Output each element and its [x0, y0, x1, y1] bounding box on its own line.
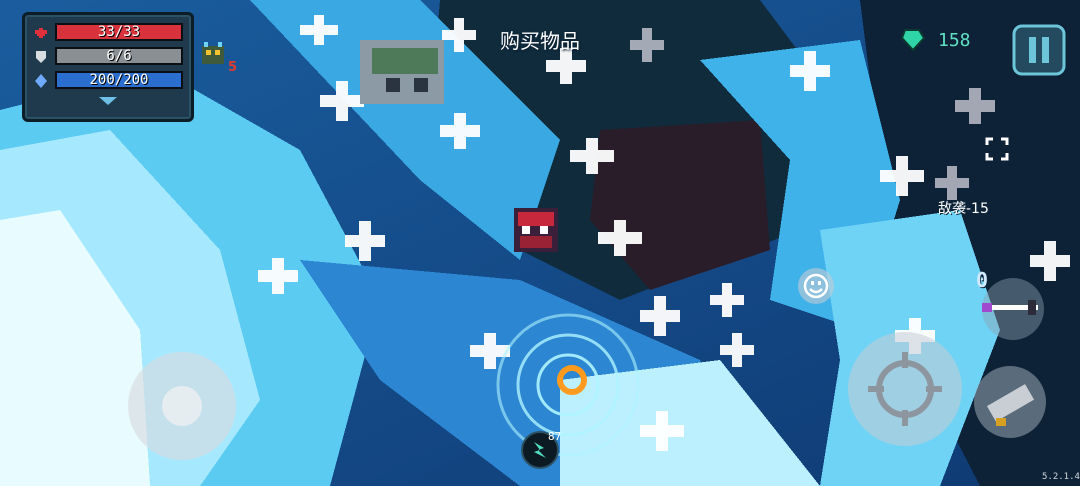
player-character	[514, 208, 558, 252]
energy-crystal-icon	[35, 74, 47, 88]
fullscreen-icon[interactable]	[984, 136, 1010, 162]
enemy-wave-label: 敌袭-15	[938, 201, 989, 217]
buff-count: 5	[228, 60, 238, 75]
skill-button[interactable]	[972, 364, 1048, 440]
fire-button[interactable]	[846, 330, 964, 448]
skill-count: 87	[548, 430, 562, 443]
emote-button[interactable]	[796, 266, 836, 306]
energy-row: 200/200	[33, 71, 185, 91]
version-label: 5.2.1.4	[1042, 472, 1080, 482]
movement-joystick[interactable]	[126, 350, 238, 462]
weapon-swap-button[interactable]	[980, 276, 1046, 342]
energy-bar: 200/200	[55, 71, 183, 89]
chevron-down-icon[interactable]	[97, 95, 119, 107]
gem-count: 158	[938, 30, 971, 51]
energy-value: 200/200	[89, 72, 149, 88]
gem-icon	[900, 29, 926, 52]
pause-button[interactable]	[1010, 22, 1068, 78]
